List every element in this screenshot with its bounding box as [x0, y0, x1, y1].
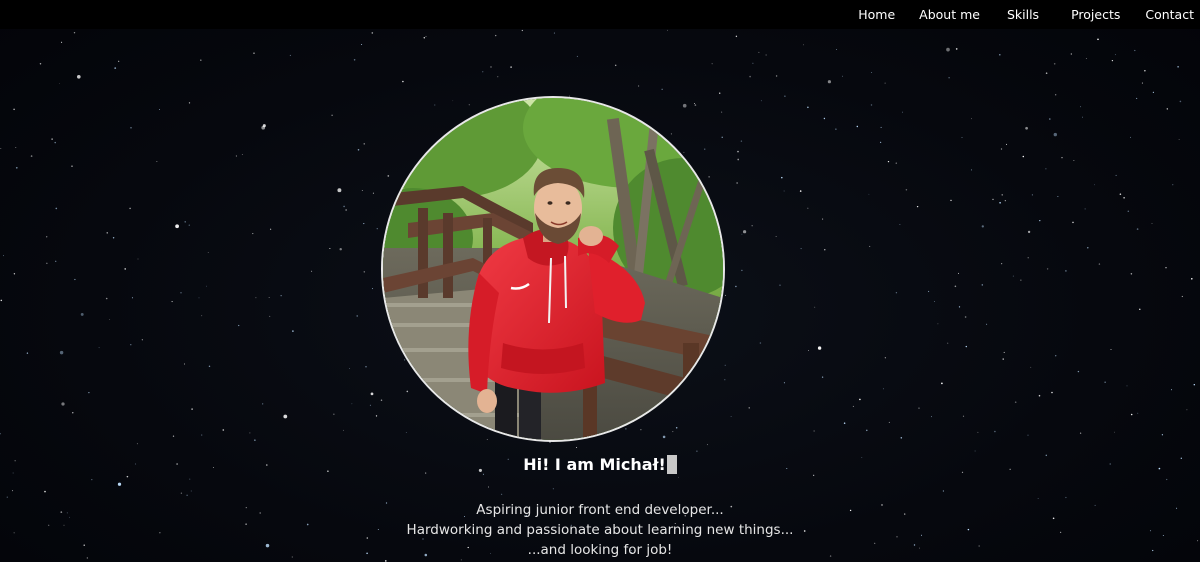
- nav-link-about-me[interactable]: About me: [919, 7, 980, 22]
- top-navbar: Home About me Skills Projects Contact: [0, 0, 1200, 29]
- profile-photo: [383, 98, 723, 440]
- profile-photo-illustration: [383, 98, 723, 440]
- page: Home About me Skills Projects Contact Hi…: [0, 0, 1200, 562]
- nav-link-home[interactable]: Home: [858, 7, 895, 22]
- nav-link-contact[interactable]: Contact: [1145, 7, 1194, 22]
- tagline-line-2: Hardworking and passionate about learnin…: [406, 522, 794, 538]
- nav-link-projects[interactable]: Projects: [1071, 7, 1120, 22]
- nav-link-skills[interactable]: Skills: [1007, 7, 1039, 22]
- typing-cursor: [666, 455, 677, 474]
- tagline-line-3: ...and looking for job!: [527, 542, 673, 558]
- hero-greeting: Hi! I am Michał!: [0, 455, 1200, 474]
- tagline-line-1: Aspiring junior front end developer...: [476, 502, 724, 518]
- greeting-text: Hi! I am Michał!: [523, 455, 666, 474]
- nav-links: Home About me Skills Projects Contact: [858, 0, 1200, 29]
